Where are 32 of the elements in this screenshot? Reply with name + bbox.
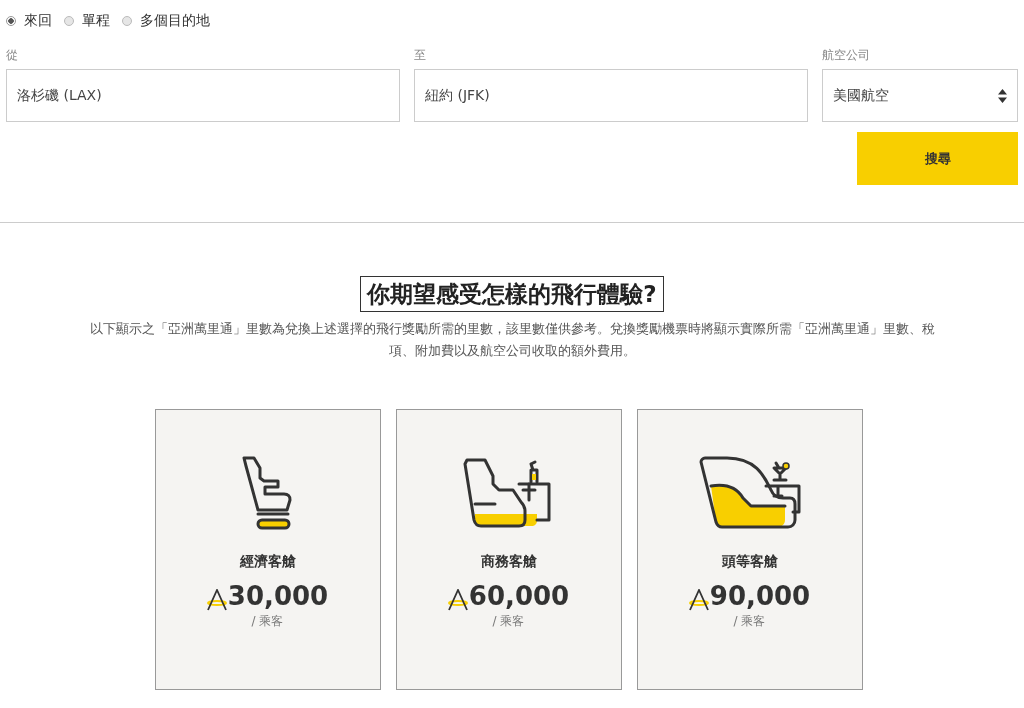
- description-text: 以下顯示之「亞洲萬里通」里數為兌換上述選擇的飛行獎勵所需的里數，該里數僅供參考。兌換獎勵機票時將顯示實際所需「亞洲萬里通」里數、稅項、附加費以及航空公司收取的額外費用。: [88, 320, 936, 360]
- cabin-name: 商務客艙: [480, 553, 537, 571]
- airport-field[interactable]: 紐約 (JFK): [414, 69, 808, 122]
- airline-select[interactable]: 美國航空: [822, 69, 1018, 122]
- miles-symbol-icon: [688, 589, 709, 611]
- trip-type-radio[interactable]: 多個目的地: [122, 11, 210, 31]
- cabin-card[interactable]: 經濟客艙 30,000 / 乘客: [154, 409, 381, 690]
- search-button[interactable]: 搜尋: [857, 132, 1018, 185]
- cabin-name: 頭等客艙: [721, 553, 778, 571]
- trip-type-radio[interactable]: 來回: [6, 11, 52, 31]
- miles-amount: 60,000: [468, 581, 570, 611]
- field-label: 至: [414, 47, 426, 64]
- section-heading: 你期望感受怎樣的飛行體驗?: [360, 276, 664, 312]
- radio-icon[interactable]: [122, 16, 132, 26]
- miles-symbol-icon: [206, 589, 227, 611]
- sort-arrows-icon: [998, 88, 1007, 103]
- field-label: 航空公司: [822, 47, 870, 64]
- miles-symbol-icon: [447, 589, 468, 611]
- field-label: 從: [6, 47, 18, 64]
- per-passenger-label: / 乘客: [733, 613, 766, 630]
- radio-icon[interactable]: [64, 16, 74, 26]
- radio-icon[interactable]: [6, 16, 16, 26]
- cabin-card[interactable]: 頭等客艙 90,000 / 乘客: [636, 409, 863, 690]
- miles-amount: 90,000: [709, 581, 811, 611]
- cabin-card[interactable]: 商務客艙 60,000 / 乘客: [395, 409, 622, 690]
- trip-type-radio[interactable]: 單程: [64, 11, 110, 31]
- per-passenger-label: / 乘客: [251, 613, 284, 630]
- airport-field[interactable]: 洛杉磯 (LAX): [6, 69, 400, 122]
- seat-with-cocktail-icon: [697, 456, 802, 532]
- cabin-name: 經濟客艙: [239, 553, 296, 571]
- miles-amount: 30,000: [227, 581, 329, 611]
- per-passenger-label: / 乘客: [492, 613, 525, 630]
